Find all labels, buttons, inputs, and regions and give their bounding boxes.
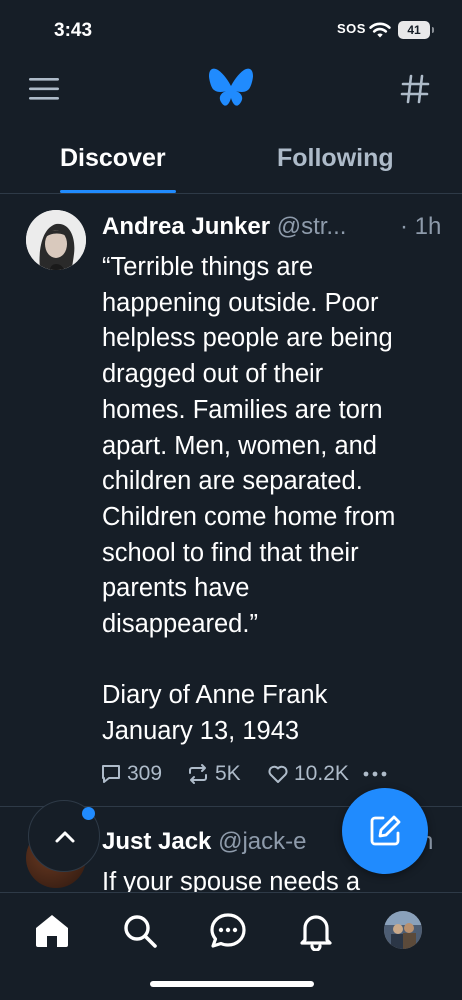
heart-icon — [268, 765, 288, 783]
status-bar: 3:43 SOS 41 — [0, 0, 462, 62]
scroll-to-top-button[interactable] — [28, 800, 100, 872]
chat-icon[interactable] — [208, 911, 248, 951]
post-text-line: helpless people are being — [102, 324, 393, 353]
post[interactable]: Andrea Junker @str... · 1h “Terrible thi… — [0, 195, 462, 807]
post-body: If your spouse needs a — [102, 868, 361, 892]
home-icon[interactable] — [32, 911, 72, 951]
post-text-line: homes. Families are torn — [102, 395, 383, 424]
chevron-up-icon — [55, 831, 75, 843]
post-text-line: parents have — [102, 574, 250, 603]
wifi-icon — [369, 22, 391, 38]
post-text-line: “Terrible things are — [102, 253, 314, 281]
compose-icon — [370, 815, 401, 846]
author-name[interactable]: Andrea Junker — [102, 213, 270, 240]
more-options-button[interactable] — [362, 761, 393, 787]
post-text-line: dragged out of their — [102, 360, 324, 389]
author-handle[interactable]: @str... — [277, 213, 347, 240]
reply-button[interactable]: 309 — [100, 761, 162, 787]
post-text-line: children are separated. — [102, 467, 363, 496]
post-text-line: happening outside. Poor — [102, 288, 379, 317]
bottom-navigation — [0, 892, 462, 1000]
new-posts-dot — [82, 807, 95, 820]
butterfly-logo-icon[interactable] — [208, 68, 254, 110]
author-photo — [26, 210, 86, 270]
post-text-line: Children come home from — [102, 502, 396, 531]
profile-photo — [384, 911, 422, 949]
post-text-line: school to find that their — [102, 538, 359, 567]
post-source-line: January 13, 1943 — [102, 717, 300, 746]
author-handle[interactable]: @jack-e — [218, 828, 306, 855]
post-time: · 1h — [400, 213, 442, 240]
reply-count: 309 — [127, 762, 163, 785]
feed-tabs: Discover Following — [0, 128, 462, 194]
home-indicator — [150, 981, 314, 987]
post-header: Just Jack @jack-e — [102, 828, 306, 856]
profile-avatar[interactable] — [384, 911, 422, 949]
repost-button[interactable]: 5K — [186, 761, 241, 787]
like-button[interactable]: 10.2K — [267, 761, 349, 787]
ellipsis-icon — [363, 771, 387, 777]
post-header: Andrea Junker @str... — [102, 213, 442, 241]
hamburger-menu-icon[interactable] — [28, 74, 60, 104]
repost-count: 5K — [215, 762, 241, 785]
status-time: 3:43 — [54, 20, 93, 41]
post-source-line: Diary of Anne Frank — [102, 681, 328, 710]
battery-indicator: 41 — [398, 21, 434, 39]
reply-icon — [102, 765, 120, 783]
repost-icon — [189, 764, 207, 784]
compose-button[interactable] — [342, 788, 428, 874]
tab-discover[interactable]: Discover — [60, 144, 166, 173]
search-icon[interactable] — [120, 911, 160, 951]
post-text-line: apart. Men, women, and — [102, 431, 377, 460]
hashtag-icon[interactable] — [398, 72, 432, 106]
status-sos: SOS — [337, 21, 366, 36]
like-count: 10.2K — [294, 762, 349, 785]
tab-following[interactable]: Following — [277, 144, 394, 173]
active-tab-indicator — [60, 190, 176, 193]
post-body: “Terrible things are happening outside. … — [102, 250, 447, 750]
author-name[interactable]: Just Jack — [102, 828, 211, 855]
post-text-line: disappeared.” — [102, 610, 258, 639]
author-avatar[interactable] — [26, 210, 86, 270]
bell-icon[interactable] — [296, 911, 336, 951]
